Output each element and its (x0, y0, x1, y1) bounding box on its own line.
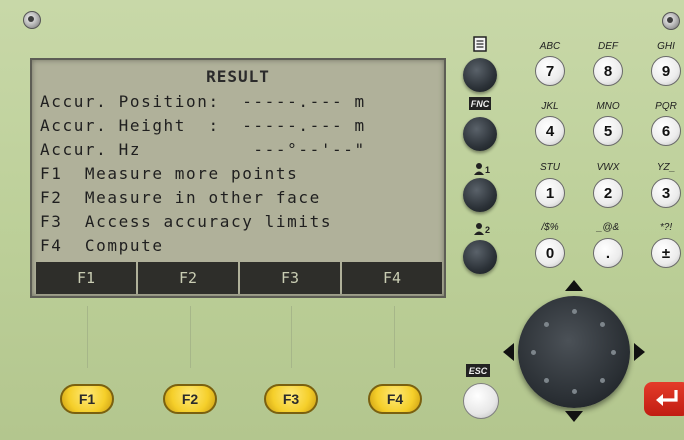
menu-option-compute[interactable]: F4 Compute (40, 236, 164, 255)
guide-line (87, 306, 88, 368)
guide-line (291, 306, 292, 368)
dpad-dot (611, 350, 616, 355)
key-5[interactable]: 5 (593, 116, 623, 146)
screw-icon (23, 11, 41, 29)
dpad-dot (531, 350, 536, 355)
softkey-f2[interactable]: F2 (138, 262, 238, 294)
key-dot-caption: _@& (596, 222, 620, 233)
key-5-caption: MNO (596, 101, 620, 112)
menu-option-other-face[interactable]: F2 Measure in other face (40, 188, 321, 207)
f4-button[interactable]: F4 (368, 384, 422, 414)
dpad-dot (600, 378, 605, 383)
key-6[interactable]: 6 (651, 116, 681, 146)
f3-button[interactable]: F3 (264, 384, 318, 414)
key-plusminus-caption: *?! (659, 222, 673, 233)
page-button[interactable] (463, 58, 497, 92)
key-3[interactable]: 3 (651, 178, 681, 208)
key-1[interactable]: 1 (535, 178, 565, 208)
user1-label: 1 (485, 165, 491, 175)
key-9[interactable]: 9 (651, 56, 681, 86)
f1-button[interactable]: F1 (60, 384, 114, 414)
key-4-caption: JKL (541, 101, 559, 112)
arrow-up-icon[interactable] (565, 280, 583, 291)
enter-button[interactable] (644, 382, 684, 416)
lcd-screen: RESULT Accur. Position: -----.--- m Accu… (30, 58, 446, 298)
user2-label: 2 (485, 225, 491, 235)
accuracy-position-line: Accur. Position: -----.--- m (40, 92, 366, 111)
key-7[interactable]: 7 (535, 56, 565, 86)
navigation-pad[interactable] (518, 296, 630, 408)
dpad-dot (544, 378, 549, 383)
guide-line (190, 306, 191, 368)
key-3-caption: YZ_ (656, 162, 676, 173)
dpad-dot (600, 322, 605, 327)
key-dot[interactable]: . (593, 238, 623, 268)
key-6-caption: PQR (655, 101, 677, 112)
menu-option-accuracy-limits[interactable]: F3 Access accuracy limits (40, 212, 332, 231)
dpad-dot (572, 309, 577, 314)
key-0-caption: /$% (541, 222, 559, 233)
accuracy-hz-line: Accur. Hz ---°--'--" (40, 140, 366, 159)
arrow-down-icon[interactable] (565, 411, 583, 422)
enter-icon (656, 390, 678, 406)
softkey-f3[interactable]: F3 (240, 262, 340, 294)
key-0[interactable]: 0 (535, 238, 565, 268)
screen-title: RESULT (206, 67, 270, 86)
arrow-right-icon[interactable] (634, 343, 645, 361)
softkey-f1[interactable]: F1 (36, 262, 136, 294)
fnc-button[interactable] (463, 117, 497, 151)
menu-option-measure-more[interactable]: F1 Measure more points (40, 164, 298, 183)
key-4[interactable]: 4 (535, 116, 565, 146)
screw-icon (662, 12, 680, 30)
key-1-caption: STU (540, 162, 560, 173)
key-9-caption: GHI (657, 41, 675, 52)
guide-line (394, 306, 395, 368)
user2-button[interactable] (463, 240, 497, 274)
key-8-caption: DEF (598, 41, 618, 52)
softkey-f4[interactable]: F4 (342, 262, 442, 294)
key-2[interactable]: 2 (593, 178, 623, 208)
arrow-left-icon[interactable] (503, 343, 514, 361)
key-8[interactable]: 8 (593, 56, 623, 86)
fnc-label: FNC (469, 97, 491, 110)
page-icon (473, 36, 487, 52)
key-7-caption: ABC (539, 41, 561, 52)
f2-button[interactable]: F2 (163, 384, 217, 414)
key-2-caption: VWX (596, 162, 620, 173)
dpad-dot (544, 322, 549, 327)
accuracy-height-line: Accur. Height : -----.--- m (40, 116, 366, 135)
esc-label: ESC (466, 364, 490, 377)
user1-button[interactable] (463, 178, 497, 212)
key-plusminus[interactable]: ± (651, 238, 681, 268)
esc-button[interactable] (463, 383, 499, 419)
dpad-dot (572, 389, 577, 394)
softkey-bar: F1 F2 F3 F4 (36, 262, 442, 294)
instrument-panel: RESULT Accur. Position: -----.--- m Accu… (0, 0, 684, 440)
